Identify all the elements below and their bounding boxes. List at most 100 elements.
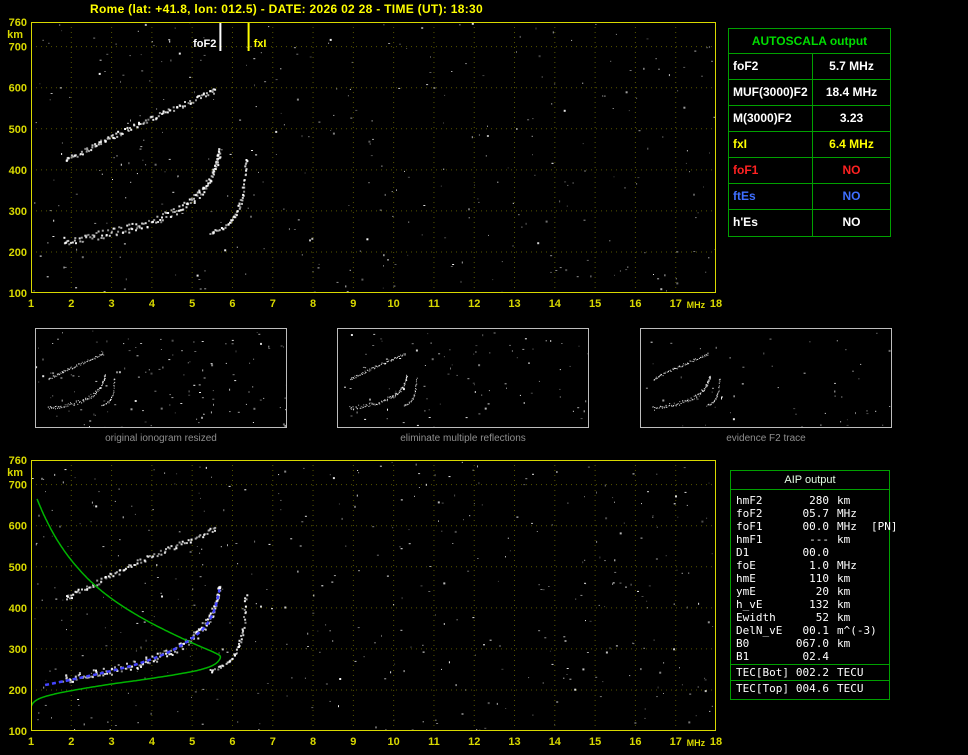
svg-text:500: 500: [9, 124, 27, 136]
aip-extra: [865, 585, 889, 598]
trace-F2-ordinary: [47, 374, 106, 410]
svg-text:700: 700: [9, 42, 27, 54]
aip-value: 05.7: [802, 507, 830, 520]
svg-text:15: 15: [589, 736, 601, 748]
trace-F2-extraordinary: [209, 159, 249, 235]
aip-extra: [865, 494, 889, 507]
svg-text:12: 12: [468, 736, 480, 748]
aip-unit: km: [837, 598, 851, 611]
marker-label-foF2: foF2: [193, 38, 216, 50]
noise-dots: [33, 22, 716, 293]
aip-tec-rows: TEC[Bot] 002.2 TECU TEC[Top] 004.6 TECU: [731, 664, 889, 695]
plot-border: [31, 22, 716, 293]
aip-row-B1: B1 02.4: [731, 650, 889, 663]
aip-value: ---: [809, 533, 829, 546]
x-axis-tick-labels: 1 2 3 4 5 6 7 8 9 10 11 12 13 14 15 16 17 18MHz: [28, 298, 722, 310]
thumbnail-image-original: [36, 330, 286, 427]
y-axis-tick-labels: 100 200 300 400 500 600 700 760km: [7, 455, 27, 738]
noise-dots: [31, 461, 714, 731]
svg-text:100: 100: [9, 288, 27, 300]
grid-lines: [31, 460, 716, 731]
aip-value: 067.0: [795, 637, 829, 650]
thumbnail-image-evidence: [645, 332, 891, 427]
aip-label: foF2: [736, 507, 763, 520]
aip-extra: [865, 546, 889, 559]
grid-lines: [31, 22, 716, 293]
aip-label: ymE: [736, 585, 756, 598]
thumbnail-image-eliminate: [344, 332, 588, 427]
aip-unit: km: [837, 611, 851, 624]
plot-area: [31, 460, 716, 731]
autoscala-param-label: MUF(3000)F2: [729, 80, 813, 105]
aip-label: hmF2: [736, 494, 763, 507]
thumbnail-original-ionogram: [35, 328, 287, 428]
autoscala-row-M(3000)F2: M(3000)F2 3.23: [729, 106, 890, 132]
aip-unit: [829, 650, 865, 663]
svg-text:18: 18: [710, 298, 722, 310]
aip-divider: [731, 680, 889, 681]
aip-unit: [829, 546, 865, 559]
autoscala-row-foF2: foF2 5.7 MHz: [729, 54, 890, 80]
aip-row-Ewidth: Ewidth 52 km: [731, 611, 889, 624]
aip-value: 132: [809, 598, 829, 611]
aip-row-hmF2: hmF2 280 km: [731, 494, 889, 507]
aip-value: 00.0: [802, 520, 830, 533]
trace-multiple-reflection: [66, 526, 217, 601]
svg-text:600: 600: [9, 521, 27, 533]
autoscala-app-window: Rome (lat: +41.8, lon: 012.5) - DATE: 20…: [0, 0, 968, 755]
svg-text:5: 5: [189, 298, 195, 310]
aip-row-h_vE: h_vE 132 km: [731, 598, 889, 611]
autoscala-param-label: h'Es: [729, 210, 813, 236]
svg-text:200: 200: [9, 247, 27, 259]
svg-text:4: 4: [149, 736, 156, 748]
aip-label: foF1: [736, 520, 763, 533]
aip-output-title: AIP output: [731, 471, 889, 490]
aip-unit: m^(-3): [837, 624, 877, 637]
svg-text:10: 10: [388, 736, 400, 748]
aip-row-hmE: hmE 110 km: [731, 572, 889, 585]
autoscala-param-value: 6.4 MHz: [829, 137, 874, 151]
svg-text:17: 17: [670, 736, 682, 748]
aip-extra: [865, 507, 889, 520]
ionogram-plot-top: foF2 fxI1 2 3 4 5 6 7 8 9 10 11 12 13 14 15 16 17 18MHz100…: [7, 17, 722, 310]
ionogram-plot-bottom: 1 2 3 4 5 6 7 8 9 10 11 12 13 14 15 16 17 18MHz1002003004…: [7, 455, 722, 748]
aip-unit: TECU: [837, 666, 864, 679]
aip-extra: [865, 598, 889, 611]
trace-multiple-reflection: [65, 88, 217, 162]
svg-text:3: 3: [109, 736, 115, 748]
plot-border: [31, 460, 716, 731]
aip-value: 52: [815, 611, 829, 624]
svg-text:14: 14: [549, 298, 562, 310]
noise-dots: [645, 332, 891, 427]
svg-text:8: 8: [310, 298, 316, 310]
aip-output-rows: hmF2 280 km foF2 05.7 MHz foF1 00.0 MHz [PN] hmF1 -…: [731, 490, 898, 663]
autoscala-param-value: NO: [842, 189, 861, 203]
aip-value: 20: [815, 585, 829, 598]
plot-area: [344, 332, 588, 427]
x-axis-unit-label: MHz: [687, 738, 706, 748]
svg-text:500: 500: [9, 562, 27, 574]
aip-label: B1: [736, 650, 750, 663]
aip-extra: [865, 637, 889, 650]
svg-text:760: 760: [9, 455, 27, 467]
svg-text:6: 6: [229, 298, 235, 310]
plot-area: [36, 330, 286, 427]
aip-row-DelN_vE: DelN_vE 00.1 m^(-3): [731, 624, 889, 637]
svg-text:200: 200: [9, 685, 27, 697]
trace-multiple-reflection: [48, 353, 105, 381]
svg-text:16: 16: [629, 736, 641, 748]
noise-dots: [344, 332, 588, 427]
autoscala-row-MUF(3000)F2: MUF(3000)F2 18.4 MHz: [729, 80, 890, 106]
autoscala-output-rows: foF2 5.7 MHz MUF(3000)F2 18.4 MHz M(3000)F2 3…: [729, 54, 890, 236]
svg-text:700: 700: [9, 480, 27, 492]
aip-row-foE: foE 1.0 MHz: [731, 559, 889, 572]
svg-text:11: 11: [428, 736, 440, 748]
aip-label: h_vE: [736, 598, 763, 611]
trace-multiple-reflection: [653, 352, 709, 381]
plot-area: [31, 22, 716, 293]
aip-output-table: AIP output hmF2 280 km foF2 05.7 MHz foF1 00.0 M…: [730, 470, 898, 700]
thumbnail-caption-eliminate: eliminate multiple reflections: [400, 433, 526, 444]
aip-value: 004.6: [795, 682, 829, 695]
autoscala-param-value: NO: [842, 215, 861, 229]
thumbnail-eliminate-reflections: [337, 328, 589, 428]
